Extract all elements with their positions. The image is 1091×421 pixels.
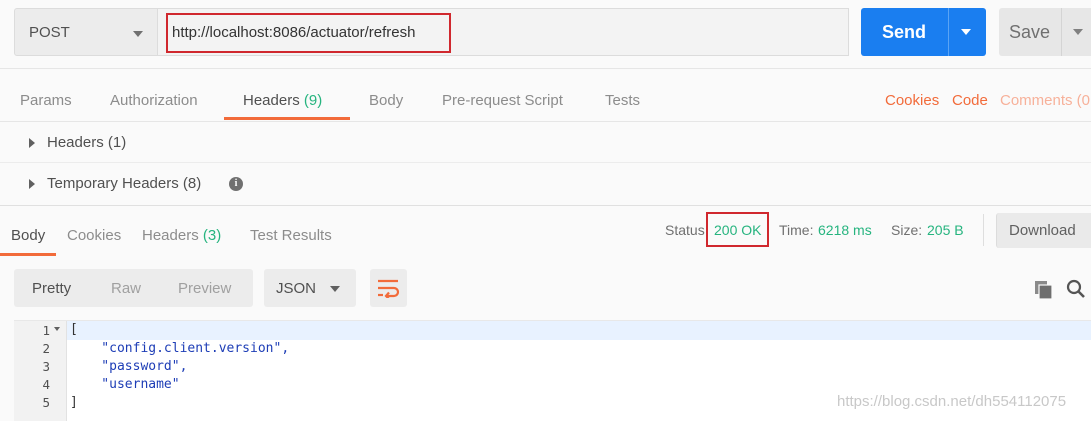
download-button[interactable]: Download [996, 213, 1091, 248]
status-label: Status: [665, 222, 709, 238]
response-tab-cookies[interactable]: Cookies [67, 227, 121, 244]
status-value: 200 OK [714, 222, 762, 238]
preview-button[interactable]: Preview [178, 280, 231, 297]
save-options-chevron-icon[interactable] [1073, 29, 1083, 35]
active-line-highlight [14, 321, 1091, 340]
chevron-down-icon [133, 31, 143, 37]
request-bar: POST http://localhost:8086/actuator/refr… [0, 0, 1091, 69]
watermark: https://blog.csdn.net/dh554112075 [837, 393, 1067, 410]
send-options-chevron-icon[interactable] [961, 29, 971, 35]
response-tab-body[interactable]: Body [11, 227, 45, 244]
time-value: 6218 ms [818, 222, 872, 238]
size-label: Size: [891, 222, 923, 238]
code-line: "username" [70, 377, 180, 392]
line-number: 2 [42, 341, 50, 356]
send-label: Send [881, 22, 926, 42]
send-button[interactable]: Send [861, 8, 986, 56]
headers-section-label: Headers (1) [47, 134, 127, 151]
code-link[interactable]: Code [952, 92, 988, 109]
comments-link[interactable]: Comments (0 [1000, 92, 1090, 109]
line-number: 5 [42, 395, 50, 410]
temporary-headers-label: Temporary Headers (8) [47, 175, 202, 192]
code-line: [ [70, 322, 78, 337]
info-icon[interactable]: i [229, 177, 243, 191]
download-label: Download [1009, 222, 1076, 239]
cookies-link[interactable]: Cookies [885, 92, 939, 109]
divider [983, 214, 984, 246]
code-line: ] [70, 395, 78, 410]
format-label: JSON [276, 280, 317, 297]
line-number: 1 [42, 323, 50, 338]
tab-body[interactable]: Body [369, 92, 403, 109]
fold-toggle-icon[interactable] [54, 327, 60, 331]
line-number: 3 [42, 359, 50, 374]
tab-headers-count: (9) [303, 92, 323, 109]
tab-params[interactable]: Params [20, 92, 72, 109]
tab-tests[interactable]: Tests [605, 92, 640, 109]
code-line: "config.client.version", [70, 341, 290, 356]
format-select[interactable]: JSON [264, 269, 356, 307]
view-mode-group: Pretty Raw Preview [14, 269, 253, 307]
response-tab-test-results[interactable]: Test Results [250, 227, 332, 244]
url-input[interactable]: http://localhost:8086/actuator/refresh [158, 8, 849, 56]
copy-icon[interactable] [1034, 280, 1054, 300]
tab-headers-label: Headers [243, 92, 300, 109]
response-tab-headers-label: Headers [142, 227, 199, 244]
wrap-lines-button[interactable] [370, 269, 407, 307]
response-tab-headers-count: (3) [202, 227, 222, 244]
active-tab-indicator [224, 117, 350, 120]
search-icon[interactable] [1066, 279, 1086, 299]
save-divider [1061, 8, 1062, 56]
active-response-tab-indicator [0, 253, 56, 256]
method-label: POST [29, 24, 70, 41]
wrap-lines-icon [378, 279, 400, 298]
pretty-button[interactable]: Pretty [32, 280, 71, 297]
save-label: Save [1009, 22, 1051, 42]
response-tab-headers[interactable]: Headers (3) [142, 227, 221, 244]
code-line: "password", [70, 359, 188, 374]
url-text: http://localhost:8086/actuator/refresh [172, 24, 416, 41]
caret-right-icon [29, 179, 35, 189]
method-select[interactable]: POST [14, 8, 158, 56]
size-value: 205 B [927, 222, 964, 238]
save-button[interactable]: Save [999, 8, 1091, 56]
headers-section[interactable]: Headers (1) [0, 122, 1091, 162]
send-divider [948, 8, 949, 56]
tab-headers[interactable]: Headers (9) [243, 92, 322, 109]
line-number: 4 [42, 377, 50, 392]
raw-button[interactable]: Raw [111, 280, 141, 297]
tab-authorization[interactable]: Authorization [110, 92, 198, 109]
caret-right-icon [29, 138, 35, 148]
time-label: Time: [779, 222, 814, 238]
temporary-headers-section[interactable]: Temporary Headers (8) [0, 163, 1091, 204]
chevron-down-icon [330, 286, 340, 292]
tab-pre-request-script[interactable]: Pre-request Script [442, 92, 563, 109]
